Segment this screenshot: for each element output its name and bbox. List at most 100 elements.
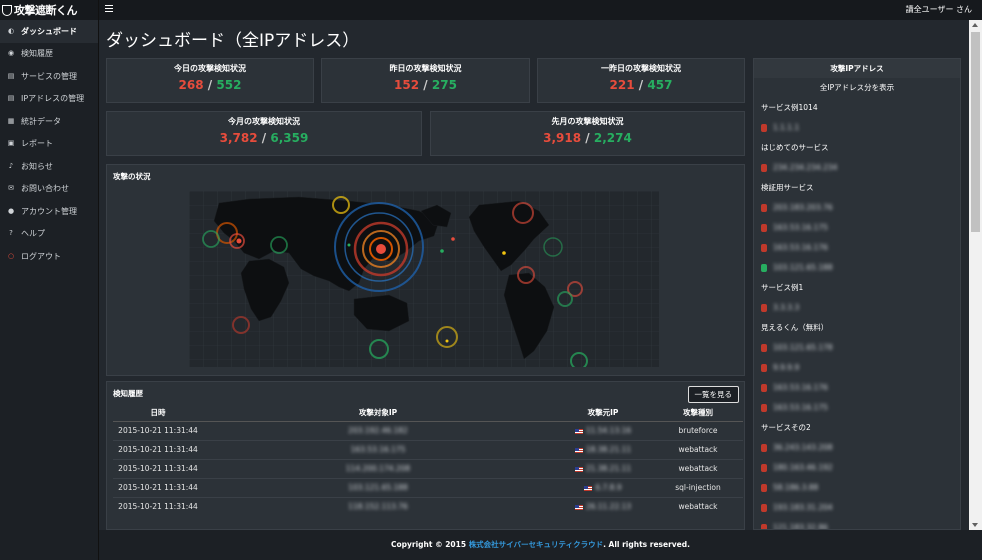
- scrollbar-thumb[interactable]: [971, 32, 980, 232]
- database-icon: [761, 244, 767, 252]
- table-row[interactable]: 2015-10-21 11:31:44 114.200.174.208 21.3…: [113, 458, 743, 478]
- sidebar-item-report[interactable]: ▣ レポート: [0, 133, 98, 156]
- sidebar-item-help[interactable]: ? ヘルプ: [0, 223, 98, 246]
- user-icon: ●: [7, 206, 15, 215]
- us-flag-icon: [574, 466, 583, 472]
- view-all-button[interactable]: 一覧を見る: [687, 386, 739, 403]
- page-title: ダッシュボード（全IPアドレス）: [106, 31, 360, 51]
- attack-map-title: 攻撃の状況: [113, 172, 151, 181]
- attack-ip-text: 103.121.65.188: [773, 263, 833, 272]
- attack-ip-text: 36.243.143.208: [773, 443, 833, 452]
- service-group-label: はじめてのサービス: [761, 143, 829, 152]
- chart-icon: ▦: [7, 116, 15, 125]
- question-icon: ?: [9, 229, 13, 238]
- us-flag-icon: [574, 428, 583, 434]
- attack-ip-item[interactable]: 163.53.16.176: [754, 238, 960, 258]
- document-icon: ▣: [7, 139, 15, 148]
- sidebar-item-notices[interactable]: ♪ お知らせ: [0, 155, 98, 178]
- attack-ip-item[interactable]: 103.121.65.178: [754, 338, 960, 358]
- footer: Copyright © 2015 株式会社サイバーセキュリティクラウド. All…: [99, 530, 982, 560]
- attack-ip-item[interactable]: 163.53.16.175: [754, 218, 960, 238]
- table-row[interactable]: 2015-10-21 11:31:44 103.121.65.188 6.7.8…: [113, 477, 743, 497]
- user-menu[interactable]: 讀全ユーザー さん: [906, 4, 972, 15]
- attack-ip-title: 攻撃IPアドレス: [754, 59, 960, 78]
- table-row[interactable]: 2015-10-21 11:31:44 163.53.16.175 18.38.…: [113, 439, 743, 459]
- sidebar-item-service-management[interactable]: ▤ サービスの管理: [0, 65, 98, 88]
- dashboard-icon: ◐: [7, 26, 15, 35]
- attack-ip-text: 121.183.32.86: [773, 523, 828, 530]
- database-icon: [761, 384, 767, 392]
- attack-ip-text: 163.53.16.176: [773, 383, 828, 392]
- sidebar-item-contact[interactable]: ✉ お問い合わせ: [0, 178, 98, 201]
- attack-ip-item[interactable]: 1.1.1.1: [754, 118, 960, 138]
- database-icon: [761, 364, 767, 372]
- menu-toggle-icon[interactable]: [105, 5, 113, 12]
- app-logo[interactable]: 攻撃遮断くん: [0, 0, 98, 20]
- database-icon: [761, 224, 767, 232]
- attack-ip-item[interactable]: 180.163.46.192: [754, 458, 960, 478]
- mail-icon: ✉: [8, 184, 14, 193]
- sidebar-item-statistics[interactable]: ▦ 統計データ: [0, 110, 98, 133]
- stat-value-b: 457: [647, 78, 673, 92]
- attack-ip-item[interactable]: 234.234.234.234: [754, 158, 960, 178]
- database-icon: [761, 404, 767, 412]
- sidebar-item-account[interactable]: ● アカウント管理: [0, 200, 98, 223]
- stat-card-last-month: 先月の攻撃検知状況 3,918 / 2,274: [430, 111, 745, 156]
- attack-ip-text: 203.183.203.76: [773, 203, 833, 212]
- attack-ip-item[interactable]: 163.53.16.176: [754, 378, 960, 398]
- eye-icon: ◉: [7, 49, 15, 58]
- attack-ip-item[interactable]: 193.183.31.204: [754, 498, 960, 518]
- bell-icon: ♪: [8, 161, 14, 170]
- scroll-up-icon[interactable]: [972, 23, 978, 27]
- attack-ip-text: 193.183.31.204: [773, 503, 833, 512]
- table-row[interactable]: 2015-10-21 11:31:44 203.192.46.182 11.54…: [113, 420, 743, 440]
- attack-ip-item[interactable]: 36.243.143.208: [754, 438, 960, 458]
- sidebar-item-dashboard[interactable]: ◐ ダッシュボード: [0, 20, 98, 43]
- world-attack-map[interactable]: [189, 191, 659, 367]
- database-icon: [761, 444, 767, 452]
- database-icon: [761, 124, 767, 132]
- attack-ip-item[interactable]: 203.183.203.76: [754, 198, 960, 218]
- sidebar: 攻撃遮断くん ◐ ダッシュボード ◉ 検知履歴 ▤ サービスの管理 ▤ IPアドレスの管…: [0, 0, 99, 560]
- stat-card-this-month: 今月の攻撃検知状況 3,782 / 6,359: [106, 111, 422, 156]
- attack-ip-item[interactable]: 163.53.16.175: [754, 398, 960, 418]
- scroll-down-icon[interactable]: [972, 523, 978, 527]
- col-source-ip: 攻撃元IP: [553, 405, 653, 422]
- stat-value-b: 552: [216, 78, 242, 92]
- attack-ip-text: 1.1.1.1: [773, 123, 800, 132]
- sidebar-item-logout[interactable]: ○ ログアウト: [0, 245, 98, 268]
- attack-ip-item[interactable]: 103.121.65.188: [754, 258, 960, 278]
- sidebar-item-ip-management[interactable]: ▤ IPアドレスの管理: [0, 88, 98, 111]
- show-all-ips-link[interactable]: 全IPアドレス分を表示: [754, 78, 960, 98]
- table-row[interactable]: 2015-10-21 11:31:44 118.152.113.76 26.11…: [113, 496, 743, 516]
- stat-card-day-before: 一昨日の攻撃検知状況 221 / 457: [537, 58, 745, 103]
- page-scrollbar[interactable]: [969, 20, 982, 530]
- attack-ip-item[interactable]: 121.183.32.86: [754, 518, 960, 530]
- detection-history-panel: 検知履歴 一覧を見る 日時 攻撃対象IP 攻撃元IP 攻撃種別 2015-10-…: [106, 381, 745, 530]
- database-icon: [761, 304, 767, 312]
- col-attack-type: 攻撃種別: [653, 405, 743, 422]
- database-icon: [761, 504, 767, 512]
- stat-label: 先月の攻撃検知状況: [551, 117, 624, 126]
- us-flag-icon: [574, 447, 583, 453]
- database-icon: [761, 204, 767, 212]
- attack-ip-item[interactable]: 58.186.3.88: [754, 478, 960, 498]
- attack-ip-text: 9.9.9.9: [773, 363, 800, 372]
- database-icon: [761, 464, 767, 472]
- logo-text: 攻撃遮断くん: [14, 4, 78, 17]
- attack-ip-text: 163.53.16.175: [773, 223, 828, 232]
- stat-label: 昨日の攻撃検知状況: [389, 64, 462, 73]
- sidebar-item-detection-history[interactable]: ◉ 検知履歴: [0, 43, 98, 66]
- stat-card-yesterday: 昨日の攻撃検知状況 152 / 275: [321, 58, 530, 103]
- attack-ip-text: 3.3.3.3: [773, 303, 800, 312]
- company-link[interactable]: 株式会社サイバーセキュリティクラウド: [469, 540, 603, 549]
- attack-ip-text: 103.121.65.178: [773, 343, 833, 352]
- attack-ip-panel: 攻撃IPアドレス 全IPアドレス分を表示 サービス例1014 1.1.1.1 はじめ…: [753, 58, 961, 530]
- attack-ip-item[interactable]: 9.9.9.9: [754, 358, 960, 378]
- attack-ip-text: 180.163.46.192: [773, 463, 833, 472]
- attack-map-panel: 攻撃の状況: [106, 164, 745, 376]
- stat-value-a: 3,918: [543, 131, 582, 145]
- us-flag-icon: [584, 485, 593, 491]
- stat-value-a: 221: [609, 78, 635, 92]
- attack-ip-item[interactable]: 3.3.3.3: [754, 298, 960, 318]
